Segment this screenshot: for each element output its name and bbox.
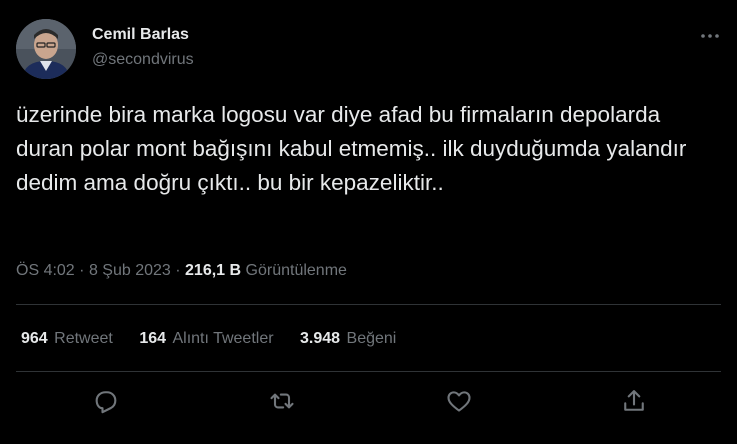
author-info: Cemil Barlas @secondvirus xyxy=(92,25,194,70)
avatar-photo-icon xyxy=(16,19,76,79)
quotes-stat[interactable]: 164 Alıntı Tweetler xyxy=(139,329,273,349)
tweet-date[interactable]: 8 Şub 2023 xyxy=(89,262,171,279)
share-button[interactable] xyxy=(620,387,648,415)
heart-icon xyxy=(447,391,471,412)
display-name[interactable]: Cemil Barlas xyxy=(92,25,194,45)
tweet-stats: 964 Retweet 164 Alıntı Tweetler 3.948 Be… xyxy=(21,329,418,349)
quotes-label: Alıntı Tweetler xyxy=(172,330,274,347)
retweets-count: 964 xyxy=(21,330,48,347)
likes-label: Beğeni xyxy=(346,330,397,347)
likes-count: 3.948 xyxy=(300,330,341,347)
meta-separator: · xyxy=(175,262,181,279)
share-icon xyxy=(624,390,644,411)
reply-button[interactable] xyxy=(92,387,120,415)
retweet-button[interactable] xyxy=(268,387,296,415)
meta-separator: · xyxy=(79,262,85,279)
user-handle[interactable]: @secondvirus xyxy=(92,50,194,70)
views-label: Görüntülenme xyxy=(245,262,347,279)
like-button[interactable] xyxy=(445,387,473,415)
retweet-icon xyxy=(270,393,294,409)
retweets-label: Retweet xyxy=(54,330,113,347)
tweet-text: üzerinde bira marka logosu var diye afad… xyxy=(16,102,687,195)
more-dots-icon xyxy=(701,34,719,38)
quotes-count: 164 xyxy=(139,330,167,347)
reply-icon xyxy=(95,391,117,414)
retweets-stat[interactable]: 964 Retweet xyxy=(21,329,113,349)
more-options-button[interactable] xyxy=(699,26,721,46)
tweet-time[interactable]: ÖS 4:02 xyxy=(16,262,75,279)
tweet-meta: ÖS 4:02 · 8 Şub 2023 · 216,1 B Görüntüle… xyxy=(16,261,347,281)
likes-stat[interactable]: 3.948 Beğeni xyxy=(300,329,396,349)
divider xyxy=(16,304,721,305)
tweet-card: Cemil Barlas @secondvirus üzerinde bira … xyxy=(0,0,737,444)
avatar[interactable] xyxy=(16,19,76,79)
action-bar xyxy=(0,387,737,415)
views-count: 216,1 B xyxy=(185,262,242,279)
divider xyxy=(16,371,721,372)
